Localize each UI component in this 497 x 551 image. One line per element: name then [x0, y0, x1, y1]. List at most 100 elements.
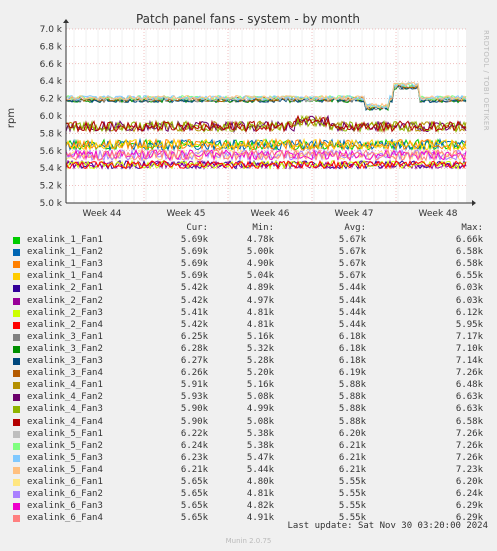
legend-min-value: 5.08k: [246, 416, 274, 427]
legend-series-name: exalink_6_Fan1: [27, 477, 103, 487]
legend-row: exalink_2_Fan1 5.42k 4.89k 5.44k 6.03k: [0, 283, 497, 295]
legend-max-value: 6.63k: [455, 392, 483, 403]
legend-swatch: [13, 370, 20, 378]
legend-row: exalink_3_Fan2 6.28k 5.32k 6.18k 7.10k: [0, 344, 497, 356]
legend-cur-value: 5.69k: [180, 247, 208, 258]
y-tick-label: 5.6 k: [40, 147, 63, 157]
legend-series-name: exalink_3_Fan3: [27, 356, 103, 366]
y-tick-label: 6.8 k: [40, 42, 63, 52]
legend-series-name: exalink_3_Fan4: [27, 368, 103, 379]
legend-avg-value: 5.88k: [338, 416, 366, 427]
legend-row: exalink_3_Fan3 6.27k 5.28k 6.18k 7.14k: [0, 356, 497, 368]
legend-max-value: 6.20k: [455, 477, 483, 487]
legend-max-value: 6.66k: [455, 235, 483, 245]
legend-swatch: [13, 418, 20, 426]
legend-series-name: exalink_4_Fan3: [27, 404, 103, 415]
x-tick-label: Week 46: [251, 209, 290, 219]
legend-row: exalink_4_Fan2 5.93k 5.08k 5.88k 6.63k: [0, 392, 497, 404]
legend-min-value: 5.20k: [246, 368, 274, 379]
legend-row: exalink_2_Fan4 5.42k 4.81k 5.44k 5.95k: [0, 320, 497, 332]
legend-cur-value: 5.42k: [180, 295, 208, 306]
legend-series-name: exalink_1_Fan3: [27, 259, 103, 270]
legend-series-name: exalink_2_Fan4: [27, 319, 103, 330]
y-tick-label: 5.4 k: [40, 164, 63, 174]
legend-row: exalink_6_Fan1 5.65k 4.80k 5.55k 6.20k: [0, 477, 497, 489]
legend-max-value: 6.58k: [455, 416, 483, 427]
legend-min-value: 5.08k: [246, 392, 274, 403]
legend-swatch: [13, 321, 20, 329]
legend-avg-value: 5.44k: [338, 283, 366, 294]
chart-title: Patch panel fans - system - by month: [136, 12, 360, 26]
legend-series-name: exalink_5_Fan3: [27, 452, 103, 463]
legend-cur-value: 5.69k: [180, 259, 208, 270]
legend-avg-value: 5.67k: [338, 247, 366, 258]
legend-cur-value: 5.65k: [180, 501, 208, 512]
legend-avg-value: 5.44k: [338, 295, 366, 306]
legend-avg-value: 6.18k: [338, 331, 366, 342]
legend-row: exalink_2_Fan2 5.42k 4.97k 5.44k 6.03k: [0, 296, 497, 308]
legend-avg-value: 6.21k: [338, 440, 366, 451]
x-axis-arrow: [472, 200, 476, 206]
legend-swatch: [13, 297, 20, 305]
legend-swatch: [13, 358, 20, 365]
legend-max-value: 7.10k: [455, 343, 483, 354]
legend-cur-value: 5.90k: [180, 404, 208, 415]
legend-row: exalink_4_Fan3 5.90k 4.99k 5.88k 6.63k: [0, 404, 497, 416]
legend-min-value: 4.78k: [246, 235, 274, 245]
legend-avg-value: 6.21k: [338, 452, 366, 463]
legend-row: exalink_1_Fan4 5.69k 5.04k 5.67k 6.55k: [0, 271, 497, 283]
legend-min-value: 5.47k: [246, 452, 274, 463]
legend-swatch: [13, 503, 20, 511]
legend-cur-value: 5.41k: [180, 307, 208, 318]
legend-max-value: 7.23k: [455, 464, 483, 475]
legend-max-value: 7.14k: [455, 356, 483, 366]
legend-series-name: exalink_5_Fan4: [27, 464, 103, 475]
legend-series-name: exalink_2_Fan3: [27, 307, 103, 318]
legend-cur-value: 6.22k: [180, 428, 208, 439]
legend-avg-value: 6.19k: [338, 368, 366, 379]
legend-series-name: exalink_4_Fan4: [27, 416, 103, 427]
legend-cur-value: 6.26k: [180, 368, 208, 379]
legend-swatch: [13, 273, 20, 281]
y-tick-label: 6.2 k: [40, 95, 63, 105]
legend-series-name: exalink_5_Fan2: [27, 440, 103, 451]
legend-min-value: 4.81k: [246, 307, 274, 318]
legend-row: exalink_3_Fan1 6.25k 5.16k 6.18k 7.17k: [0, 332, 497, 344]
legend-cur-value: 5.93k: [180, 392, 208, 403]
legend-max-value: 5.95k: [455, 319, 483, 330]
legend-max-value: 6.58k: [455, 259, 483, 270]
legend-row: exalink_4_Fan4 5.90k 5.08k 5.88k 6.58k: [0, 417, 497, 429]
legend-avg-value: 5.55k: [338, 489, 366, 500]
legend-max-value: 7.26k: [455, 452, 483, 463]
legend-swatch: [13, 394, 20, 402]
legend-swatch: [13, 491, 20, 499]
legend-cur-value: 5.65k: [180, 513, 208, 524]
y-tick-label: 5.8 k: [40, 129, 63, 139]
legend-cur-value: 5.42k: [180, 319, 208, 330]
legend-row: exalink_6_Fan3 5.65k 4.82k 5.55k 6.29k: [0, 501, 497, 513]
legend-min-value: 4.90k: [246, 259, 274, 270]
legend-avg-value: 5.67k: [338, 271, 366, 282]
legend-min-value: 5.00k: [246, 247, 274, 258]
legend-swatch: [13, 442, 20, 450]
legend-swatch: [13, 261, 20, 269]
x-tick-label: Week 47: [335, 209, 374, 219]
legend-swatch: [13, 479, 20, 486]
vendor-label: RRDTOOL / TOBI OETIKER: [482, 30, 490, 132]
legend-min-value: 4.91k: [246, 513, 274, 524]
legend-avg-value: 5.67k: [338, 259, 366, 270]
y-tick-label: 6.4 k: [40, 77, 63, 87]
legend-swatch: [13, 430, 20, 438]
last-update: Last update: Sat Nov 30 03:20:00 2024: [287, 521, 488, 531]
legend-max-value: 6.63k: [455, 404, 483, 415]
legend-min-value: 5.04k: [246, 271, 274, 282]
y-axis-arrow: [63, 19, 69, 23]
legend-swatch: [13, 466, 20, 474]
legend-min-value: 4.97k: [246, 295, 274, 306]
legend-header-max: Max:: [461, 223, 483, 233]
legend-avg-value: 5.44k: [338, 307, 366, 318]
legend-series-name: exalink_2_Fan1: [27, 283, 103, 294]
legend-cur-value: 5.65k: [180, 489, 208, 500]
legend-cur-value: 6.23k: [180, 452, 208, 463]
y-tick-label: 7.0 k: [40, 25, 63, 35]
